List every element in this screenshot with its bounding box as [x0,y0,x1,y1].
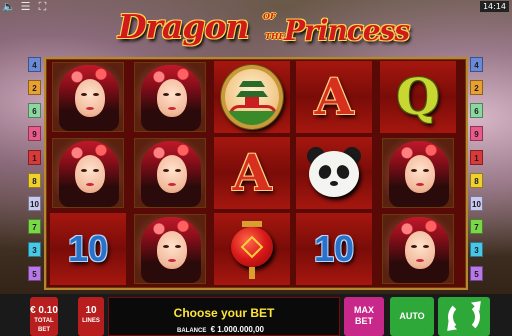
total-bet-value: € 0.10 [30,305,58,316]
balance-label: BALANCE [177,328,207,334]
line-badge-left-6: 6 [28,103,41,118]
line-badge-right-7: 7 [470,219,483,234]
ten-symbol: 10 [67,228,109,269]
line-badge-right-1: 1 [470,150,483,165]
line-badge-right-4: 4 [470,57,483,72]
pagoda-medallion-icon [221,65,283,129]
ten-symbol: 10 [313,228,355,269]
auto-button[interactable]: AUTO [390,297,434,336]
line-badge-left-5: 5 [28,266,41,281]
clock: 14:14 [479,1,509,12]
q-symbol: Q [396,67,440,126]
symbol-lantern [214,213,290,285]
symbol-princess [50,137,126,209]
logo-dragon: Dragon [118,7,249,46]
game-logo: Dragon OF THE Princess [118,2,410,58]
max-bet-line2: BET [355,316,373,326]
princess-symbol [52,138,124,208]
balance-value: € 1.000.000,00 [210,325,264,334]
symbol-a: A [214,137,290,209]
line-badge-left-4: 4 [28,57,41,72]
line-badge-left-9: 9 [28,126,41,141]
line-badge-left-7: 7 [28,219,41,234]
symbol-princess [132,61,208,133]
symbol-princess [380,213,456,285]
line-badge-right-5: 5 [470,266,483,281]
symbol-princess [132,213,208,285]
symbol-a: A [296,61,372,133]
line-badge-left-3: 3 [28,242,41,257]
panda-icon [305,145,363,201]
message-panel: Choose your BET BALANCE € 1.000.000,00 [108,297,340,336]
line-badge-right-10: 10 [470,196,483,211]
princess-symbol [52,62,124,132]
fullscreen-icon[interactable]: ⛶ [36,1,49,13]
lines-button[interactable]: 10 LINES [78,297,104,336]
line-badge-left-10: 10 [28,196,41,211]
line-badge-right-3: 3 [470,242,483,257]
princess-symbol [382,214,454,284]
max-bet-button[interactable]: MAX BET [344,297,384,336]
line-badge-right-9: 9 [470,126,483,141]
princess-symbol [382,138,454,208]
menu-icon[interactable]: ☰ [19,1,32,13]
symbol-q: Q [380,61,456,133]
spin-button[interactable] [438,296,490,336]
princess-symbol [134,214,206,284]
a-symbol: A [232,143,272,202]
line-badge-right-6: 6 [470,103,483,118]
line-badge-left-2: 2 [28,80,41,95]
bet-message: Choose your BET [173,306,275,320]
symbol-ten: 10 [50,213,126,285]
reel-area: 10 A A 10 Q [44,57,468,290]
line-badge-left-1: 1 [28,150,41,165]
princess-symbol [134,62,206,132]
line-badge-right-8: 8 [470,173,483,188]
symbol-princess [380,137,456,209]
symbol-panda [296,137,372,209]
lantern-icon [231,219,273,279]
lines-label: LINES [82,318,100,324]
princess-symbol [134,138,206,208]
total-bet-label: TOTAL BET [34,318,54,333]
balance-display: BALANCE € 1.000.000,00 [177,325,264,334]
lines-value: 10 [85,305,97,316]
logo-the: THE [265,31,285,41]
symbol-pagoda [214,61,290,133]
a-symbol: A [314,67,354,126]
max-bet-line1: MAX [354,305,374,315]
sound-icon[interactable]: 🔈 [2,1,16,13]
symbol-ten: 10 [296,213,372,285]
logo-of: OF [263,11,276,21]
total-bet-button[interactable]: € 0.10 TOTAL BET [30,297,58,336]
symbol-princess [50,61,126,133]
line-badge-right-2: 2 [470,80,483,95]
logo-princess: Princess [284,14,410,47]
symbol-princess [132,137,208,209]
line-badge-left-8: 8 [28,173,41,188]
